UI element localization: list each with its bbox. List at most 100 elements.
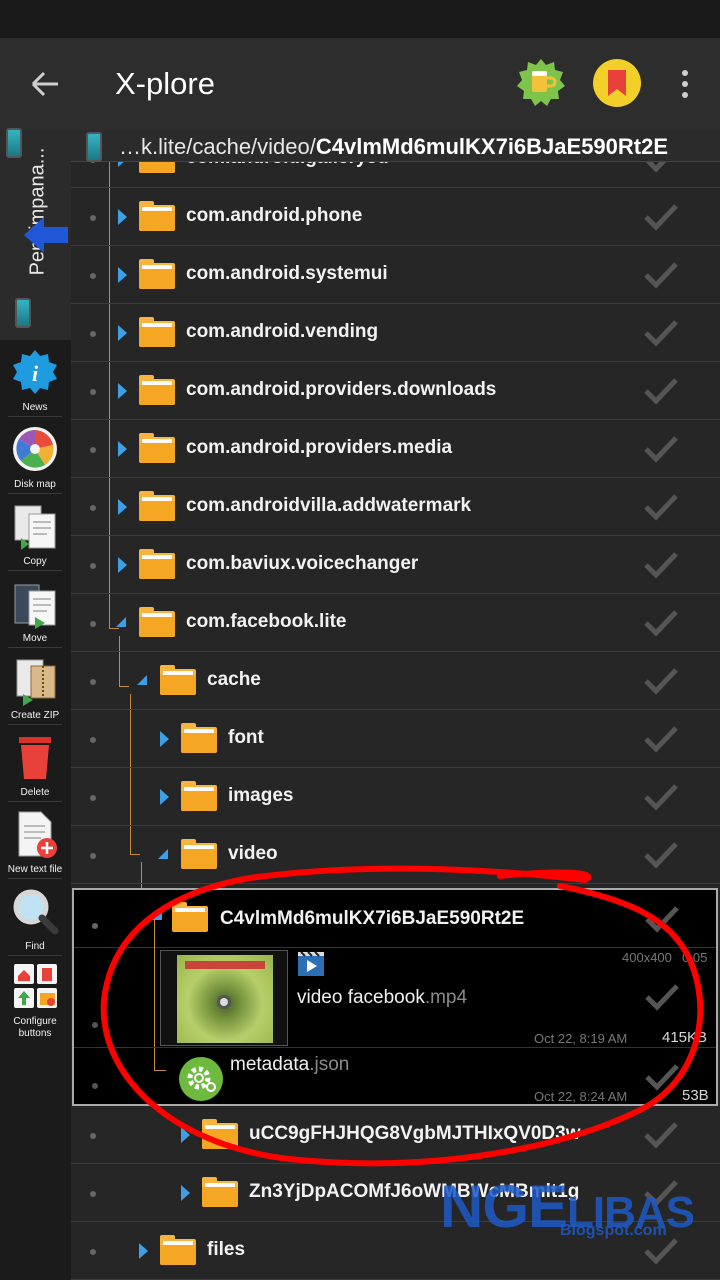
check-icon[interactable] <box>643 550 679 580</box>
video-resolution: 400x400 <box>622 950 672 965</box>
file-date: Oct 22, 8:19 AM <box>534 1031 628 1046</box>
selected-folder-row[interactable]: C4vlmMd6mulKX7i6BJaE590Rt2E <box>74 890 716 948</box>
expand-arrow-icon[interactable] <box>118 162 127 167</box>
check-icon[interactable] <box>643 202 679 232</box>
folder-row[interactable]: images <box>71 768 720 826</box>
overflow-menu-button[interactable] <box>670 64 700 104</box>
expand-arrow-icon[interactable] <box>139 1243 148 1259</box>
expand-arrow-icon[interactable] <box>160 789 169 805</box>
move-button[interactable]: Move <box>4 579 66 645</box>
check-icon[interactable] <box>643 318 679 348</box>
expand-arrow-icon[interactable] <box>160 731 169 747</box>
news-button[interactable]: i News <box>4 348 66 414</box>
folder-row[interactable]: com.android.vending <box>71 304 720 362</box>
new-text-file-button[interactable]: New text file <box>4 810 66 876</box>
trash-icon <box>19 737 51 779</box>
check-icon[interactable] <box>643 260 679 290</box>
folder-icon <box>139 433 175 463</box>
check-icon[interactable] <box>643 376 679 406</box>
divider <box>8 570 62 571</box>
path-bar[interactable]: …k.lite/cache/video/C4vlmMd6mulKX7i6BJaE… <box>71 130 720 162</box>
expand-arrow-icon[interactable] <box>118 209 127 225</box>
check-icon[interactable] <box>643 434 679 464</box>
path-prefix: …k.lite/cache/video/ <box>119 134 316 159</box>
configure-buttons-button[interactable]: Configure buttons <box>4 962 66 1040</box>
folder-row[interactable]: uCC9gFHJHQG8VgbMJTHIxQV0D3w <box>71 1106 720 1164</box>
tool-label: Disk map <box>14 479 56 490</box>
row-dot <box>90 215 96 221</box>
divider <box>8 416 62 417</box>
divider <box>8 955 62 956</box>
back-button[interactable] <box>20 60 70 108</box>
folder-row[interactable]: com.android.providers.downloads <box>71 362 720 420</box>
folder-row[interactable]: com.facebook.lite <box>71 594 720 652</box>
folder-row[interactable]: cache <box>71 652 720 710</box>
create-zip-button[interactable]: Create ZIP <box>4 656 66 722</box>
phone-storage-icon <box>15 298 31 328</box>
folder-name: C4vlmMd6mulKX7i6BJaE590Rt2E <box>220 908 525 929</box>
expand-arrow-icon[interactable] <box>118 499 127 515</box>
file-date: Oct 22, 8:24 AM <box>534 1089 628 1104</box>
file-list: com.android.gallery3d com.android.phone co… <box>71 162 720 1280</box>
file-name: metadata.json <box>230 1054 349 1076</box>
tool-label: Find <box>25 941 45 952</box>
folder-row[interactable]: com.androidvilla.addwatermark <box>71 478 720 536</box>
donate-button[interactable] <box>516 58 566 108</box>
check-icon[interactable] <box>643 782 679 812</box>
copy-button[interactable]: Copy <box>4 502 66 568</box>
tool-label: Copy <box>23 556 47 567</box>
folder-icon <box>181 839 217 869</box>
check-icon[interactable] <box>643 162 679 174</box>
phone-storage-icon <box>6 128 22 158</box>
expand-arrow-icon[interactable] <box>118 441 127 457</box>
folder-icon <box>139 491 175 521</box>
folder-row[interactable]: font <box>71 710 720 768</box>
expand-arrow-icon[interactable] <box>118 325 127 341</box>
folder-name: com.android.vending <box>186 321 379 342</box>
collapse-arrow-icon[interactable] <box>137 675 147 685</box>
expand-arrow-icon[interactable] <box>118 383 127 399</box>
folder-row[interactable]: video <box>71 826 720 884</box>
folder-row[interactable]: com.android.providers.media <box>71 420 720 478</box>
bookmarks-button[interactable] <box>593 59 641 107</box>
delete-button[interactable]: Delete <box>4 733 66 799</box>
folder-row[interactable]: com.android.phone <box>71 188 720 246</box>
check-icon[interactable] <box>643 492 679 522</box>
check-icon[interactable] <box>644 904 680 934</box>
divider <box>8 724 62 725</box>
collapse-arrow-icon[interactable] <box>152 910 162 920</box>
check-icon[interactable] <box>643 724 679 754</box>
collapse-arrow-icon[interactable] <box>158 849 168 859</box>
video-file-icon <box>298 951 324 976</box>
find-button[interactable]: Find <box>4 887 66 953</box>
bookmark-icon <box>608 70 626 96</box>
expand-arrow-icon[interactable] <box>118 267 127 283</box>
check-icon[interactable] <box>643 1120 679 1150</box>
check-icon[interactable] <box>644 1062 680 1092</box>
check-icon[interactable] <box>643 666 679 696</box>
expand-arrow-icon[interactable] <box>118 557 127 573</box>
folder-row[interactable]: com.android.systemui <box>71 246 720 304</box>
move-icon <box>14 584 56 629</box>
expand-arrow-icon[interactable] <box>181 1127 190 1143</box>
expand-arrow-icon[interactable] <box>181 1185 190 1201</box>
folder-name: uCC9gFHJHQG8VgbMJTHIxQV0D3w <box>249 1123 581 1144</box>
disk-map-button[interactable]: Disk map <box>4 425 66 491</box>
path-text: …k.lite/cache/video/C4vlmMd6mulKX7i6BJaE… <box>119 134 668 160</box>
folder-icon <box>139 201 175 231</box>
new-text-file-icon <box>18 811 57 858</box>
check-icon[interactable] <box>643 840 679 870</box>
folder-row[interactable]: com.baviux.voicechanger <box>71 536 720 594</box>
check-icon[interactable] <box>644 982 680 1012</box>
divider <box>8 493 62 494</box>
storage-pane-tab[interactable]: Penyimpana... <box>0 128 71 340</box>
video-thumbnail[interactable] <box>160 950 288 1046</box>
row-dot <box>90 1191 96 1197</box>
folder-row[interactable]: com.android.gallery3d <box>71 162 720 188</box>
check-icon[interactable] <box>643 608 679 638</box>
arrow-left-icon <box>31 71 58 97</box>
file-base: video facebook <box>297 987 425 1008</box>
dot-icon <box>682 92 688 98</box>
collapse-arrow-icon[interactable] <box>116 617 126 627</box>
folder-name: font <box>228 727 264 748</box>
